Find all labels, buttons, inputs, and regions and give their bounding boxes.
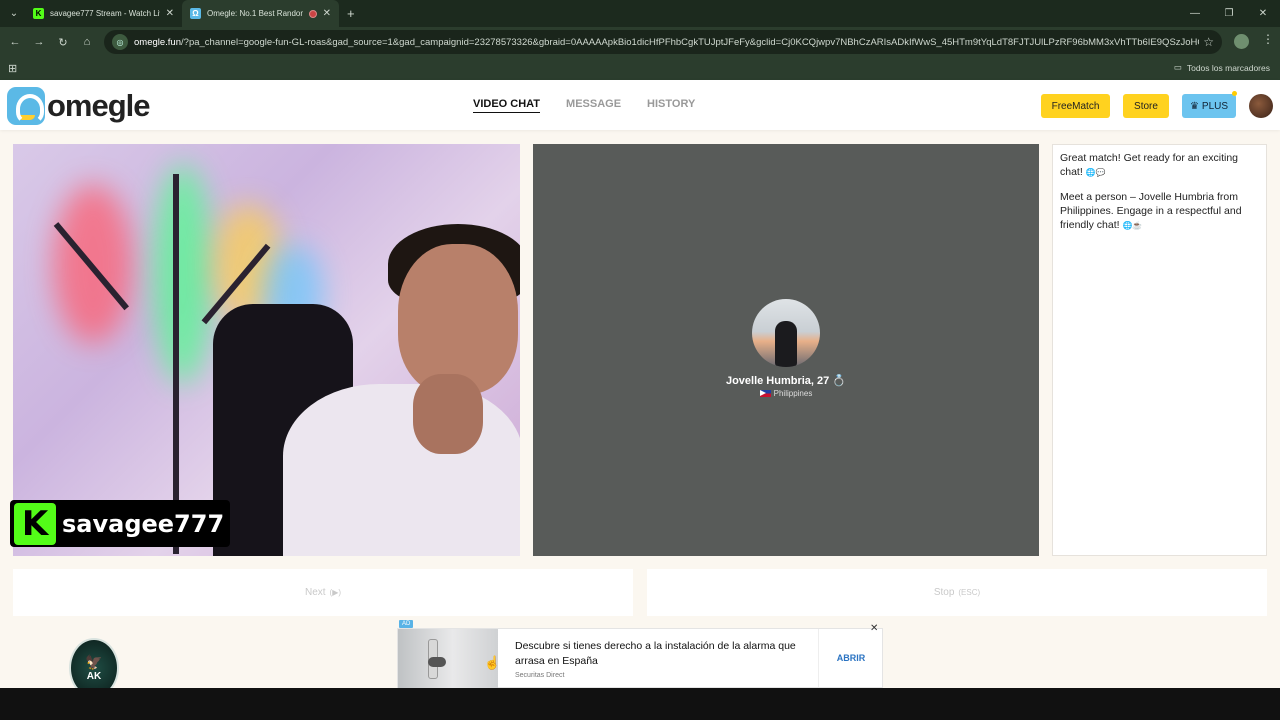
ad-banner[interactable]: AD ☝ Descubre si tienes derecho a la ins… [397,620,883,689]
streamer-face [398,244,518,394]
omegle-favicon-icon: Ω [190,8,201,19]
ad-title[interactable]: Descubre si tienes derecho a la instalac… [515,639,800,669]
new-tab-button[interactable]: + [347,6,355,21]
ad-open-button[interactable]: ABRIR [818,629,883,687]
crown-icon: ♛ [1189,100,1199,112]
bookmark-star-icon[interactable]: ☆ [1203,35,1214,49]
ad-image[interactable]: ☝ [398,629,501,689]
bookmarks-bar: ⊞ ▭ Todos los marcadores [0,57,1280,80]
tab-kick-stream[interactable]: K savagee777 Stream - Watch Liv ✕ [25,0,182,27]
url-input[interactable]: ◎ omegle.fun/?pa_channel=google-fun-GL-r… [104,30,1222,54]
streamer-body [283,384,520,556]
omegle-logo[interactable]: omegle [7,87,151,125]
ad-source: Securitas Direct [515,672,565,679]
all-bookmarks[interactable]: ▭ Todos los marcadores [1174,62,1270,73]
tab-title: savagee777 Stream - Watch Liv [50,9,160,18]
chat-message: Great match! Get ready for an exciting c… [1060,152,1238,178]
nav-history[interactable]: HISTORY [647,98,695,113]
taskbar [0,688,1280,720]
chat-message: Meet a person – Jovelle Humbria from Phi… [1060,191,1242,231]
ad-badge: AD [399,620,414,628]
hand-cursor-icon: ☝ [484,655,501,670]
notification-dot [1232,91,1237,96]
site-header: omegle VIDEO CHAT MESSAGE HISTORY FreeMa… [0,80,1280,130]
browser-tabbar: ⌄ K savagee777 Stream - Watch Liv ✕ Ω Om… [0,0,1280,27]
menu-kebab-icon[interactable]: ⋮ [1262,32,1274,46]
peer-avatar [752,299,820,367]
peer-country: Philippines [533,389,1039,398]
ring-icon: 💍 [832,375,847,387]
kick-logo-icon: K [14,502,56,545]
globe-icon: 🌐💬 [1085,167,1106,177]
tab-close-icon[interactable]: ✕ [323,8,331,19]
streamer-hand [413,374,483,454]
nav-video-chat[interactable]: VIDEO CHAT [473,98,541,113]
restore-icon[interactable]: ❐ [1212,8,1246,19]
recording-icon [308,9,317,18]
back-icon[interactable]: ← [3,36,27,48]
apps-grid-icon[interactable]: ⊞ [8,62,17,75]
tab-search-button[interactable]: ⌄ [3,4,25,24]
close-window-icon[interactable]: ✕ [1246,8,1280,19]
omegle-logo-icon [7,87,45,125]
store-button[interactable]: Store [1123,94,1169,118]
stop-button[interactable]: Stop (ESC) [647,569,1267,616]
tab-close-icon[interactable]: ✕ [166,8,174,19]
nav-message[interactable]: MESSAGE [566,98,621,113]
tab-title: Omegle: No.1 Best Random [207,9,303,18]
url-text: omegle.fun/?pa_channel=google-fun-GL-roa… [134,36,1199,48]
chat-panel: Great match! Get ready for an exciting c… [1052,144,1267,556]
main-nav: VIDEO CHAT MESSAGE HISTORY [473,98,695,113]
tab-omegle[interactable]: Ω Omegle: No.1 Best Random ✕ [182,0,339,27]
window-controls: — ❐ ✕ [1178,0,1280,27]
globe-icon: 🌐☕ [1122,220,1143,230]
home-icon[interactable]: ⌂ [75,36,99,48]
minimize-icon[interactable]: — [1178,8,1212,19]
phoenix-icon: 🦅 [85,654,103,670]
omegle-page: omegle VIDEO CHAT MESSAGE HISTORY FreeMa… [0,80,1280,698]
forward-icon[interactable]: → [27,36,51,48]
local-video [13,144,520,556]
user-avatar[interactable] [1249,94,1273,118]
philippines-flag-icon [759,390,771,397]
next-button[interactable]: Next (▶) [13,569,633,616]
profile-icon[interactable] [1234,34,1249,49]
remote-video: Jovelle Humbria, 27 💍 Philippines [533,144,1039,556]
address-bar-row: ← → ↻ ⌂ ◎ omegle.fun/?pa_channel=google-… [0,27,1280,57]
folder-icon: ▭ [1173,62,1182,72]
freematch-button[interactable]: FreeMatch [1041,94,1110,118]
kick-streamer-tag: K savagee777 [10,500,231,547]
plus-button[interactable]: ♛ PLUS [1182,94,1236,118]
ad-close-icon[interactable]: ✕ [870,623,878,634]
reload-icon[interactable]: ↻ [51,36,75,49]
kick-favicon-icon: K [33,8,44,19]
peer-name: Jovelle Humbria, 27 💍 [725,375,847,387]
site-info-icon[interactable]: ◎ [112,34,128,50]
